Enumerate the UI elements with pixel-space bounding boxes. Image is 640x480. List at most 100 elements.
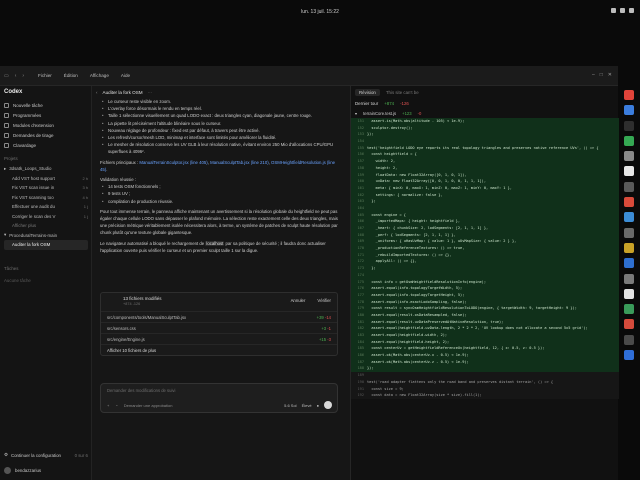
code-text: const result = syncOsmHeightfieldResolut… (367, 306, 577, 311)
send-button[interactable] (324, 401, 332, 409)
list-item[interactable]: Fix VST scan issue in 3 h (4, 183, 88, 193)
code-text: const info = getOsmHeightfieldResolution… (367, 279, 486, 284)
list-item[interactable]: Fix VST scanning too 4 h (4, 193, 88, 203)
app-dock (621, 90, 637, 380)
file-link[interactable]: ManualSculptTab.jsx (line 210) (210, 160, 269, 165)
folder-icon: ▾ (4, 232, 7, 238)
list-item[interactable]: Effectuer une audit du 1 j (4, 202, 88, 212)
code-text: const heightfield = { (367, 152, 417, 157)
dock-app-icon[interactable] (624, 105, 634, 116)
dock-app-icon[interactable] (624, 273, 634, 284)
continue-setup-button[interactable]: ⚙ Continuer la configuration 0 sur 6 (4, 452, 88, 458)
menu-view[interactable]: Affichage (90, 73, 109, 78)
dock-app-icon[interactable] (624, 151, 634, 162)
summary-list: Le curseur reste visible en zoom. L'over… (100, 98, 342, 156)
table-row[interactable]: src/components/tools/ManualSculptTab.jsx… (101, 311, 337, 322)
sidebar-item-scheduled[interactable]: Programmées (4, 110, 88, 120)
project-folder-3dsatk[interactable]: ▸ 3dsatk_Loops_Studio (4, 164, 88, 174)
diff-line: 190 test('road adapter flattens only the … (351, 378, 619, 386)
line-number: 183 (357, 333, 365, 337)
table-row[interactable]: src/sensors.css +3 -1 (101, 322, 337, 333)
dock-app-icon[interactable] (624, 288, 634, 299)
model-selector[interactable]: 5.6 Sol (284, 403, 296, 408)
deletions-count: -14 (324, 314, 331, 320)
dock-app-icon[interactable] (624, 227, 634, 238)
review-title[interactable]: Dernier tour (355, 101, 378, 106)
dock-app-icon[interactable] (624, 304, 634, 315)
file-path: src/engine/Engine.js (107, 336, 145, 342)
dock-app-icon[interactable] (624, 212, 634, 223)
dock-app-icon[interactable] (624, 242, 634, 253)
network-icon[interactable] (611, 8, 616, 13)
undo-button[interactable]: Annuler (291, 298, 306, 303)
menu-file[interactable]: Fichier (38, 73, 52, 78)
tab-review[interactable]: Révision (355, 88, 380, 96)
more-options-icon[interactable]: ··· (148, 90, 153, 95)
chevron-left-icon[interactable]: ‹ (96, 90, 98, 95)
diff-file-header[interactable]: ▾ terrainCore.test.js +123 -0 (355, 109, 615, 117)
composer-input[interactable]: Demander des modifications de suivi (107, 388, 175, 393)
line-number: 192 (357, 393, 365, 398)
code-text: _heart: { chunkSize: 2, lodSegments: [2,… (367, 226, 489, 230)
changed-files-card: 13 fichiers modifiés +874 -126 Annuler V… (100, 292, 338, 356)
table-row[interactable]: src/engine/Engine.js +15 -3 (101, 333, 337, 344)
power-icon[interactable] (629, 8, 634, 13)
show-more-link[interactable]: Afficher plus (4, 221, 88, 231)
dock-app-icon[interactable] (624, 350, 634, 361)
user-profile[interactable]: bendazzarius (4, 467, 41, 474)
line-number: 156 (357, 152, 365, 157)
dock-app-icon[interactable] (624, 319, 634, 330)
dock-app-icon[interactable] (624, 258, 634, 269)
sidebar: Codex Nouvelle tâche Programmées Modules… (0, 86, 92, 480)
dock-app-icon[interactable] (624, 166, 634, 177)
system-clock[interactable]: lun. 13 juil. 15:22 (301, 9, 339, 15)
maximize-icon[interactable]: □ (600, 72, 603, 78)
dock-app-icon[interactable] (624, 90, 634, 100)
list-item: Taille 1 sélectionne visuellement un qua… (100, 112, 342, 119)
microphone-icon[interactable]: ● (317, 403, 319, 408)
sidebar-item-pull-requests[interactable]: Demandes de tirage (4, 130, 88, 140)
code-text: _importedMaps: { height: heightfield }, (367, 219, 461, 224)
sidebar-item-label: Programmées (13, 112, 42, 118)
close-icon[interactable]: ✕ (608, 72, 612, 78)
review-button[interactable]: Vérifier (317, 298, 331, 303)
back-arrow-icon[interactable]: ‹ (15, 73, 17, 79)
sidebar-item-label: Clavardage (13, 142, 37, 148)
file-link[interactable]: ManualTerrainSculptor.jsx (line 405) (139, 160, 207, 165)
approval-mode-button[interactable]: Demander une approbation (124, 403, 173, 408)
minimize-icon[interactable]: – (592, 72, 595, 78)
diff-line: 151 assert.is(Math.abs(altitude - 105) <… (351, 118, 619, 125)
volume-icon[interactable] (620, 8, 625, 13)
dock-app-icon[interactable] (624, 197, 634, 208)
sidebar-toggle-icon[interactable]: ▭ (4, 73, 9, 79)
sidebar-item-extensions[interactable]: Modules d'extension (4, 120, 88, 130)
diff-line: 182 assert.equal(heightfield.uvData.leng… (351, 325, 619, 332)
show-more-files-button[interactable]: Afficher 10 fichiers de plus (101, 344, 337, 355)
line-number: 166 (357, 219, 365, 224)
line-number: 180 (357, 312, 365, 317)
menu-edit[interactable]: Édition (64, 73, 78, 78)
list-item-active[interactable]: Auditer la fork OSM (4, 240, 88, 250)
diff-line: 179 const result = syncOsmHeightfieldRes… (351, 305, 619, 312)
list-item[interactable]: Add VST host support 2 h (4, 174, 88, 184)
code-text: height: 2, (367, 165, 398, 170)
sidebar-item-new-task[interactable]: Nouvelle tâche (4, 100, 88, 110)
tab-browser[interactable]: This site can't be (386, 90, 419, 95)
line-number: 167 (357, 226, 365, 230)
effort-selector[interactable]: Élevé (302, 403, 312, 408)
line-number: 184 (357, 339, 365, 344)
dock-app-icon[interactable] (624, 334, 634, 345)
menu-help[interactable]: Aide (121, 73, 130, 78)
card-actions: Annuler Vérifier (291, 298, 331, 303)
list-item[interactable]: Corriger le scan des V 1 j (4, 212, 88, 222)
task-age: 2 h (82, 175, 88, 181)
dock-app-icon[interactable] (624, 181, 634, 192)
forward-arrow-icon[interactable]: › (22, 73, 24, 79)
plus-icon[interactable]: + (107, 403, 109, 408)
file-path: src/components/tools/ManualSculptTab.jsx (107, 314, 187, 320)
project-folder-procedural[interactable]: ▾ ProceduralTerrains-main (4, 231, 88, 241)
code-text: assert.equal(info.topologyTargetWidth, 5… (367, 286, 463, 291)
dock-app-icon[interactable] (624, 135, 634, 146)
dock-app-icon[interactable] (624, 120, 634, 131)
sidebar-item-chat[interactable]: Clavardage (4, 140, 88, 150)
